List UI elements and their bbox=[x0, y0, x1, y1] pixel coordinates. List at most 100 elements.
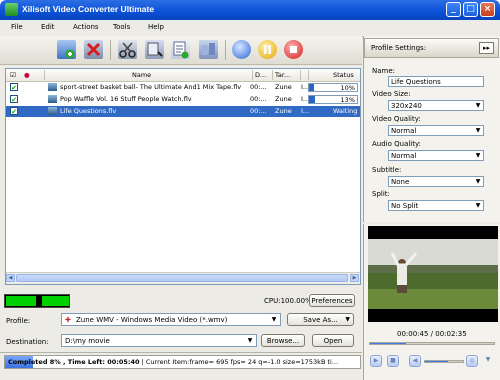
chevron-down-icon: ▼ bbox=[475, 202, 481, 209]
scroll-left-arrow[interactable]: ◀ bbox=[6, 274, 15, 282]
subtitle-select[interactable]: None ▼ bbox=[388, 176, 484, 187]
video-size-select[interactable]: 320x240 ▼ bbox=[388, 100, 484, 111]
split-select[interactable]: No Split ▼ bbox=[388, 200, 484, 211]
row-status: 13% bbox=[340, 96, 355, 104]
status-completed: Completed 8% , Time Left: 00:05:40 bbox=[8, 358, 140, 366]
minimize-button[interactable]: _ bbox=[446, 2, 461, 17]
column-duration[interactable]: D... bbox=[255, 71, 266, 79]
toolbar-divider bbox=[110, 40, 111, 60]
save-as-button[interactable]: Save As... ▼ bbox=[287, 313, 354, 326]
destination-input[interactable]: D:\my movie ▼ bbox=[61, 334, 257, 347]
menu-help[interactable]: Help bbox=[148, 23, 164, 31]
menu-tools[interactable]: Tools bbox=[113, 23, 130, 31]
row-duration: 00:... bbox=[250, 107, 267, 115]
chevron-down-icon: ▼ bbox=[345, 316, 350, 323]
stop-icon[interactable] bbox=[284, 40, 303, 59]
row-name: Life Questions.flv bbox=[60, 107, 117, 115]
title-bar[interactable]: Xilisoft Video Converter Ultimate _ □ × bbox=[0, 0, 500, 20]
audio-quality-select[interactable]: Normal ▼ bbox=[388, 150, 484, 161]
chevron-down-icon: ▼ bbox=[247, 337, 253, 344]
row-checkbox[interactable]: ✔ bbox=[10, 83, 18, 92]
video-size-label: Video Size: bbox=[372, 90, 411, 98]
chevron-down-icon: ▼ bbox=[475, 127, 481, 134]
convert-icon[interactable] bbox=[232, 40, 251, 59]
app-icon bbox=[5, 3, 18, 16]
row-checkbox[interactable]: ✔ bbox=[10, 95, 18, 104]
open-button[interactable]: Open bbox=[312, 334, 354, 347]
app-window: Xilisoft Video Converter Ultimate _ □ × … bbox=[0, 0, 500, 380]
video-quality-label: Video Quality: bbox=[372, 115, 421, 123]
row-name: sport-street basket ball- The Ultimate A… bbox=[60, 83, 242, 91]
column-name[interactable]: Name bbox=[132, 71, 151, 79]
chevron-down-icon[interactable]: ▼ bbox=[482, 355, 494, 367]
menu-edit[interactable]: Edit bbox=[41, 23, 55, 31]
scroll-right-arrow[interactable]: ▶ bbox=[350, 274, 359, 282]
row-checkbox[interactable]: ✔ bbox=[10, 107, 18, 116]
audio-quality-label: Audio Quality: bbox=[372, 140, 421, 148]
column-target[interactable]: Tar... bbox=[275, 71, 290, 79]
menu-bar: File Edit Actions Tools Help bbox=[0, 20, 500, 37]
cpu-graph bbox=[4, 294, 70, 308]
name-label: Name: bbox=[372, 67, 396, 75]
toolbar bbox=[0, 36, 362, 65]
file-list[interactable]: ☑ ● Name D... Tar... Status ✔ sport-stre… bbox=[5, 68, 361, 285]
play-icon[interactable]: ▶ bbox=[370, 355, 382, 367]
profile-settings-panel: Profile Settings: ▸▸ Name: Life Question… bbox=[363, 36, 500, 222]
menu-actions[interactable]: Actions bbox=[73, 23, 99, 31]
row-extra: I... bbox=[301, 107, 310, 115]
column-status[interactable]: Status bbox=[333, 71, 354, 79]
cut-icon[interactable] bbox=[118, 40, 137, 59]
chevron-down-icon: ▼ bbox=[475, 152, 481, 159]
browse-button[interactable]: Browse... bbox=[261, 334, 305, 347]
video-file-icon bbox=[48, 83, 57, 91]
status-detail: | Current Item:frame= 695 fps= 24 q=-1.0… bbox=[141, 358, 339, 366]
expand-icon[interactable]: ▸▸ bbox=[479, 42, 494, 54]
snapshot-icon[interactable]: ◎ bbox=[466, 355, 478, 367]
video-quality-select[interactable]: Normal ▼ bbox=[388, 125, 484, 136]
horizontal-scrollbar[interactable]: ◀ ▶ bbox=[6, 272, 360, 284]
maximize-button[interactable]: □ bbox=[463, 2, 478, 17]
list-item[interactable]: ✔ Pop Waffle Vol. 16 Stuff People Watch.… bbox=[6, 94, 360, 105]
close-button[interactable]: × bbox=[480, 2, 495, 17]
chevron-down-icon: ▼ bbox=[271, 316, 277, 323]
stop-preview-icon[interactable]: ■ bbox=[387, 355, 399, 367]
seek-bar[interactable] bbox=[369, 342, 495, 345]
pause-icon[interactable] bbox=[258, 40, 277, 59]
row-progress-bar: 10% bbox=[308, 83, 358, 92]
row-progress-fill bbox=[309, 96, 316, 103]
preview-panel: 00:00:45 / 00:02:35 ▶ ■ ◀ ◎ ▼ bbox=[363, 224, 500, 380]
row-progress-bar: 13% bbox=[308, 95, 358, 104]
profile-select[interactable]: ✚ Zune WMV - Windows Media Video (*.wmv)… bbox=[61, 313, 281, 326]
remove-file-icon[interactable] bbox=[84, 40, 103, 59]
volume-fill bbox=[425, 361, 448, 362]
row-name: Pop Waffle Vol. 16 Stuff People Watch.fl… bbox=[60, 95, 192, 103]
row-status: 10% bbox=[340, 84, 355, 92]
split-label: Split: bbox=[372, 190, 390, 198]
add-profile-icon[interactable] bbox=[171, 40, 190, 59]
scroll-thumb[interactable] bbox=[16, 274, 348, 282]
settings-header: Profile Settings: ▸▸ bbox=[364, 38, 499, 58]
video-preview[interactable] bbox=[368, 226, 498, 322]
row-status: Waiting bbox=[333, 107, 358, 115]
status-bar: Completed 8% , Time Left: 00:05:40 | Cur… bbox=[0, 352, 362, 369]
row-duration: 00:... bbox=[250, 83, 267, 91]
clip-icon[interactable] bbox=[145, 40, 164, 59]
volume-slider[interactable] bbox=[424, 360, 464, 363]
header-check-icon[interactable]: ☑ bbox=[10, 71, 16, 79]
list-item[interactable]: ✔ sport-street basket ball- The Ultimate… bbox=[6, 82, 360, 93]
menu-file[interactable]: File bbox=[11, 23, 23, 31]
volume-icon[interactable]: ◀ bbox=[409, 355, 421, 367]
list-item[interactable]: ✔ Life Questions.flv 00:... Zune I... Wa… bbox=[6, 106, 360, 117]
seek-fill bbox=[370, 343, 406, 344]
preferences-button[interactable]: Preferences bbox=[309, 294, 355, 307]
cpu-usage: CPU:100.00% bbox=[264, 297, 312, 305]
window-title: Xilisoft Video Converter Ultimate bbox=[22, 4, 155, 14]
file-list-header: ☑ ● Name D... Tar... Status bbox=[6, 69, 360, 82]
name-field[interactable]: Life Questions bbox=[388, 76, 484, 87]
merge-icon[interactable] bbox=[199, 40, 218, 59]
row-progress-fill bbox=[309, 84, 314, 91]
playback-time: 00:00:45 / 00:02:35 bbox=[397, 330, 467, 338]
chevron-down-icon: ▼ bbox=[475, 102, 481, 109]
toolbar-divider bbox=[225, 40, 226, 60]
add-file-icon[interactable] bbox=[57, 40, 76, 59]
